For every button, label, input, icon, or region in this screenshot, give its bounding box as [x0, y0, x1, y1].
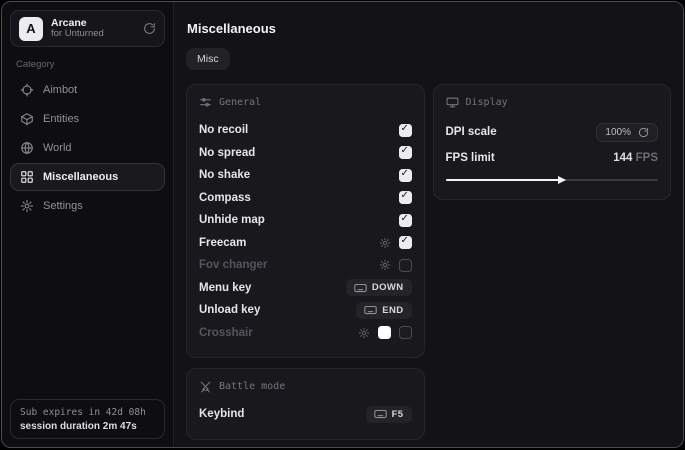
- main-content: Miscellaneous Misc General No rec: [174, 2, 683, 447]
- freecam-gear-icon[interactable]: [379, 237, 391, 249]
- sidebar-item-miscellaneous[interactable]: Miscellaneous: [10, 163, 165, 191]
- menu-key-binding[interactable]: DOWN: [346, 279, 412, 296]
- setting-row-compass: Compass: [199, 187, 412, 210]
- setting-row-menu-key: Menu key DOWN: [199, 277, 412, 300]
- no-shake-checkbox[interactable]: [399, 169, 412, 182]
- sidebar-item-settings[interactable]: Settings: [10, 192, 165, 220]
- fps-unit: FPS: [636, 152, 658, 164]
- sidebar-item-entities[interactable]: Entities: [10, 105, 165, 133]
- freecam-checkbox[interactable]: [399, 236, 412, 249]
- setting-row-dpi-scale: DPI scale 100%: [446, 119, 659, 145]
- no-recoil-checkbox[interactable]: [399, 124, 412, 137]
- sidebar-item-label: Aimbot: [43, 84, 77, 96]
- dpi-scale-value: 100%: [605, 127, 631, 138]
- slider-thumb[interactable]: [558, 176, 566, 184]
- key-label: DOWN: [372, 282, 404, 293]
- display-card-header: Display: [446, 96, 659, 109]
- globe-icon: [20, 141, 34, 155]
- fov-changer-gear-icon[interactable]: [379, 259, 391, 271]
- unhide-map-checkbox[interactable]: [399, 214, 412, 227]
- setting-row-freecam: Freecam: [199, 232, 412, 255]
- setting-label: Fov changer: [199, 259, 267, 271]
- sidebar: A Arcane for Unturned Category Aimbot: [2, 2, 174, 447]
- slider-fill: [446, 179, 563, 181]
- sidebar-nav: Aimbot Entities World Miscellaneous: [10, 76, 165, 220]
- general-card: General No recoil No spread No shake: [186, 84, 425, 358]
- crosshair-gear-icon[interactable]: [358, 327, 370, 339]
- setting-row-unhide-map: Unhide map: [199, 209, 412, 232]
- setting-label: No shake: [199, 169, 250, 181]
- setting-label: Unhide map: [199, 214, 265, 226]
- battle-mode-card-title: Battle mode: [219, 381, 285, 392]
- display-card: Display DPI scale 100% FPS limit 144 FPS: [433, 84, 672, 200]
- sidebar-item-aimbot[interactable]: Aimbot: [10, 76, 165, 104]
- setting-label: Unload key: [199, 304, 260, 316]
- setting-label: Menu key: [199, 282, 251, 294]
- setting-label: No spread: [199, 147, 255, 159]
- setting-row-no-spread: No spread: [199, 142, 412, 165]
- app-subtitle: for Unturned: [51, 29, 135, 40]
- monitor-icon: [446, 96, 459, 109]
- avatar: A: [19, 17, 43, 41]
- setting-label: No recoil: [199, 124, 248, 136]
- category-label: Category: [16, 59, 159, 70]
- app-window: A Arcane for Unturned Category Aimbot: [1, 1, 684, 448]
- layout-grid-icon: [20, 170, 34, 184]
- setting-row-fov-changer: Fov changer: [199, 254, 412, 277]
- fps-limit-slider[interactable]: [446, 174, 659, 186]
- setting-label: Freecam: [199, 237, 246, 249]
- sliders-icon: [199, 96, 212, 109]
- cube-icon: [20, 112, 34, 126]
- battle-mode-card: Battle mode Keybind F5: [186, 368, 425, 440]
- sidebar-item-label: Settings: [43, 200, 83, 212]
- crosshair-checkbox[interactable]: [399, 326, 412, 339]
- fov-changer-checkbox[interactable]: [399, 259, 412, 272]
- reset-icon[interactable]: [638, 127, 649, 138]
- setting-label: FPS limit: [446, 152, 495, 164]
- sub-expires-text: Sub expires in 42d 08h: [20, 407, 155, 418]
- sidebar-item-label: World: [43, 142, 72, 154]
- sync-icon[interactable]: [143, 22, 156, 35]
- display-card-title: Display: [466, 97, 508, 108]
- no-spread-checkbox[interactable]: [399, 146, 412, 159]
- setting-row-no-shake: No shake: [199, 164, 412, 187]
- key-label: F5: [392, 409, 404, 420]
- crosshair-icon: [20, 83, 34, 97]
- setting-row-keybind: Keybind F5: [199, 403, 412, 426]
- swords-icon: [199, 380, 212, 393]
- fps-number: 144: [613, 152, 632, 164]
- dpi-scale-stepper[interactable]: 100%: [596, 123, 658, 142]
- app-names: Arcane for Unturned: [51, 17, 135, 40]
- fps-limit-value: 144 FPS: [613, 152, 658, 164]
- tab-misc[interactable]: Misc: [186, 48, 230, 70]
- sidebar-item-label: Entities: [43, 113, 79, 125]
- battle-keybind-binding[interactable]: F5: [366, 406, 412, 423]
- general-card-title: General: [219, 97, 261, 108]
- general-card-header: General: [199, 96, 412, 109]
- subscription-card: Sub expires in 42d 08h session duration …: [10, 399, 165, 439]
- setting-row-unload-key: Unload key END: [199, 299, 412, 322]
- battle-mode-card-header: Battle mode: [199, 380, 412, 393]
- crosshair-color-swatch[interactable]: [378, 326, 391, 339]
- app-header-card: A Arcane for Unturned: [10, 10, 165, 47]
- compass-checkbox[interactable]: [399, 191, 412, 204]
- setting-label: Crosshair: [199, 327, 253, 339]
- setting-label: DPI scale: [446, 126, 497, 138]
- keyboard-icon: [374, 409, 387, 419]
- page-title: Miscellaneous: [187, 21, 671, 36]
- session-duration-text: session duration 2m 47s: [20, 421, 155, 432]
- key-label: END: [382, 305, 403, 316]
- gear-icon: [20, 199, 34, 213]
- unload-key-binding[interactable]: END: [356, 302, 411, 319]
- setting-label: Compass: [199, 192, 251, 204]
- keyboard-icon: [354, 283, 367, 293]
- setting-row-fps-limit: FPS limit 144 FPS: [446, 145, 659, 171]
- tab-bar: Misc: [186, 48, 671, 70]
- keyboard-icon: [364, 305, 377, 315]
- setting-row-no-recoil: No recoil: [199, 119, 412, 142]
- setting-label: Keybind: [199, 408, 244, 420]
- sidebar-item-world[interactable]: World: [10, 134, 165, 162]
- setting-row-crosshair: Crosshair: [199, 322, 412, 345]
- sidebar-item-label: Miscellaneous: [43, 171, 118, 183]
